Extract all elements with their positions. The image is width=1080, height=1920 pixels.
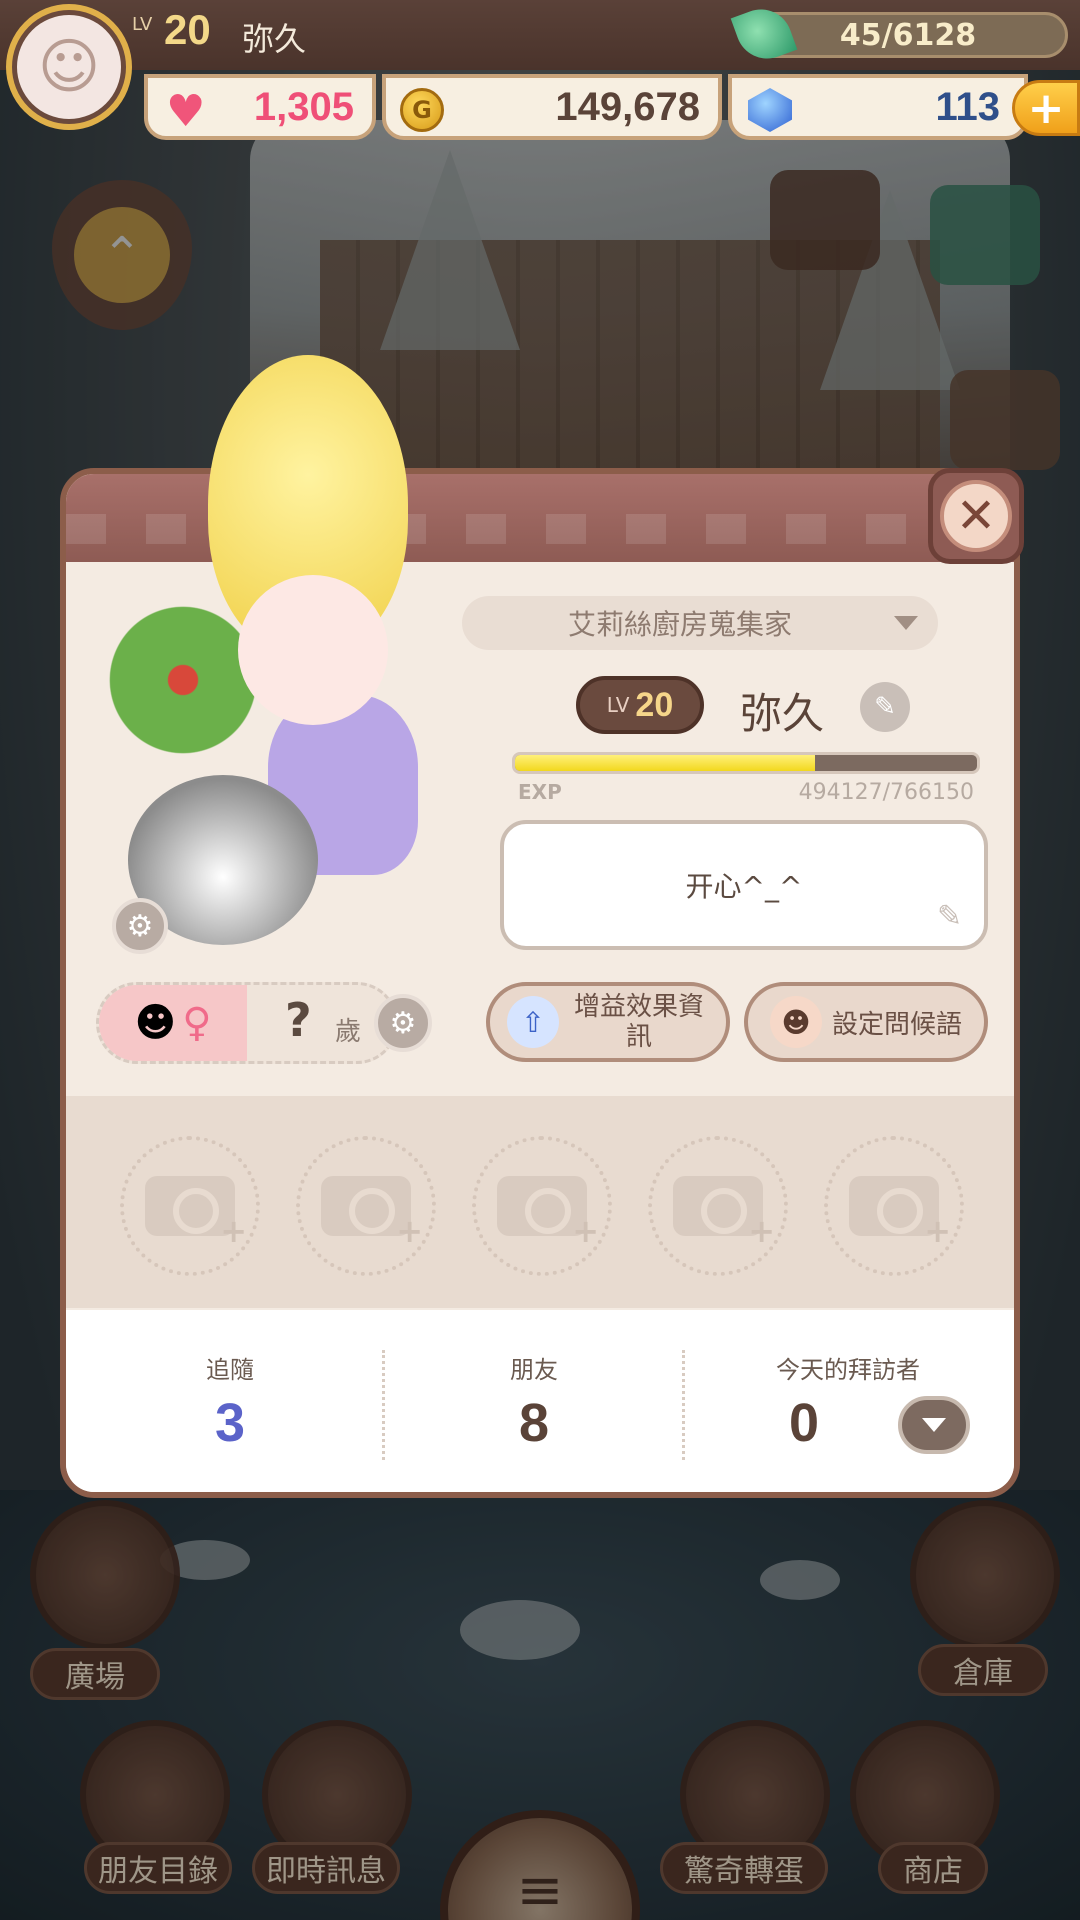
add-photo-camera-icon	[145, 1176, 247, 1250]
energy-value: 45/6128	[839, 17, 977, 53]
add-photo-camera-icon	[497, 1176, 599, 1250]
gender-age-box: ☻ ♀ ? 歲	[96, 982, 398, 1064]
age-value: ?	[285, 993, 312, 1047]
gems-counter[interactable]: 113	[728, 74, 1028, 140]
exp-bar	[512, 752, 980, 774]
heart-icon: ♥	[166, 86, 206, 137]
expand-visitors-button[interactable]	[898, 1396, 970, 1454]
girl-icon: ☻	[134, 1000, 177, 1046]
exp-value: 494127/766150	[798, 780, 974, 805]
plus-icon: +	[1027, 82, 1065, 134]
exp-label: EXP	[518, 780, 562, 804]
coins-value: 149,678	[555, 84, 700, 129]
gems-value: 113	[935, 84, 1000, 129]
add-photo-camera-icon	[849, 1176, 951, 1250]
friends-count[interactable]: 8	[434, 1392, 634, 1454]
greeting-text: 开心^_^	[685, 870, 803, 903]
gender-badge: ☻ ♀	[99, 985, 247, 1061]
photo-slot[interactable]	[824, 1136, 964, 1276]
photo-slot[interactable]	[296, 1136, 436, 1276]
hud-player-name: 弥久	[242, 20, 307, 58]
hearts-counter[interactable]: ♥ 1,305	[144, 74, 376, 140]
visitors-count: 0	[788, 1393, 820, 1453]
hearts-value: 1,305	[253, 84, 354, 129]
coin-icon: G	[400, 88, 444, 132]
waving-person-icon: ☻	[769, 996, 822, 1048]
character-illustration	[88, 355, 488, 975]
set-greeting-button[interactable]: ☻ 設定問候語	[744, 982, 988, 1062]
player-avatar-button[interactable]: ☺	[6, 4, 132, 130]
close-button[interactable]: ✕	[928, 468, 1024, 564]
hud-level: 20	[164, 6, 211, 53]
photo-slot[interactable]	[120, 1136, 260, 1276]
photo-slot[interactable]	[472, 1136, 612, 1276]
add-gems-button[interactable]: +	[1012, 80, 1080, 136]
friends-label: 朋友	[510, 1356, 558, 1384]
close-icon: ✕	[940, 480, 1012, 552]
gem-icon	[748, 88, 792, 132]
divider	[682, 1350, 685, 1460]
edit-name-button[interactable]: ✎	[860, 682, 910, 732]
greeting-message[interactable]: 开心^_^ ✎	[500, 820, 988, 950]
chevron-down-icon	[894, 616, 918, 630]
set-greeting-label: 設定問候語	[831, 1009, 962, 1040]
age-unit: 歲	[335, 1017, 362, 1047]
followers-count[interactable]: 3	[130, 1392, 330, 1454]
exp-bar-fill	[515, 755, 816, 771]
followers-label: 追隨	[206, 1356, 254, 1384]
chevron-down-icon	[922, 1418, 946, 1432]
title-text: 艾莉絲廚房蒐集家	[567, 608, 792, 641]
pencil-icon: ✎	[874, 692, 896, 722]
edit-greeting-pencil-icon[interactable]: ✎	[937, 899, 962, 934]
visitors-label: 今天的拜訪者	[776, 1356, 920, 1384]
buff-up-icon: ⇧	[507, 996, 559, 1048]
coins-counter[interactable]: G 149,678	[382, 74, 722, 140]
divider	[382, 1350, 385, 1460]
character-settings-gear-icon[interactable]: ⚙	[112, 898, 168, 954]
hud-level-label: LV	[132, 14, 153, 35]
profile-level-badge: LV 20	[576, 676, 704, 734]
energy-meter[interactable]: 45/6128	[748, 12, 1068, 58]
female-icon: ♀	[182, 1000, 212, 1046]
age-settings-gear-icon[interactable]: ⚙	[374, 994, 432, 1052]
buff-info-label: 增益效果資訊	[573, 992, 704, 1052]
buff-info-button[interactable]: ⇧ 增益效果資訊	[486, 982, 730, 1062]
add-photo-camera-icon	[673, 1176, 775, 1250]
add-photo-camera-icon	[321, 1176, 423, 1250]
profile-level-label: LV	[606, 693, 630, 717]
character-face	[238, 575, 388, 725]
profile-name: 弥久	[740, 689, 825, 738]
profile-level: 20	[635, 685, 674, 724]
avatar-icon: ☺	[17, 15, 121, 119]
photo-slot[interactable]	[648, 1136, 788, 1276]
title-dropdown[interactable]: 艾莉絲廚房蒐集家	[462, 596, 938, 650]
